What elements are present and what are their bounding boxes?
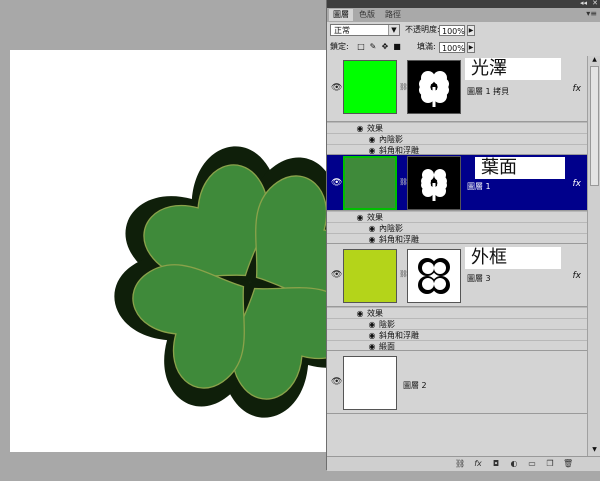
lock-fill-row: 鎖定: □ ✎ ✥ ■ 填滿: 100% ▶	[327, 40, 600, 57]
layer-name[interactable]: 圖層 2	[403, 380, 427, 391]
document-canvas[interactable]	[10, 50, 326, 452]
layers-scrollbar[interactable]: ▲ ▼	[587, 56, 600, 456]
effect-row[interactable]: ◉ 斜角和浮雕	[327, 233, 587, 244]
layer-annotation: 外框	[465, 247, 561, 269]
fx-icon[interactable]: fx	[573, 271, 582, 281]
layers-bottom-toolbar: ⛓ fx ◘ ◐ ▭ ❐ 🗑	[327, 456, 600, 471]
panel-title-strip: ◂◂ ✕	[327, 0, 600, 8]
layer-thumbnail	[343, 60, 397, 114]
fill-field[interactable]: 100%	[439, 42, 465, 53]
mask-link-icon[interactable]: ⛓	[399, 177, 408, 187]
layer-mask-thumbnail[interactable]	[407, 249, 461, 303]
lock-transparency-icon[interactable]: □	[357, 43, 365, 51]
layer-thumbnail	[343, 249, 397, 303]
visibility-eye-icon[interactable]: ◉	[367, 341, 377, 352]
panel-menu-icon[interactable]: ▾≡	[586, 9, 597, 18]
clover-artwork	[100, 132, 326, 432]
tab-layers[interactable]: 圖層	[329, 9, 353, 21]
blend-mode-select[interactable]: 正常 ▼	[330, 24, 400, 36]
fx-icon[interactable]: fx	[573, 84, 582, 94]
fill-arrow-icon[interactable]: ▶	[467, 42, 475, 53]
layer-thumbnail	[343, 156, 397, 210]
fill-label: 填滿:	[417, 42, 436, 51]
blend-mode-value: 正常	[334, 26, 350, 35]
layers-list: 👁 ⛓ 光澤 圖層 1 拷貝 fx ◉ 效果 ◉ 內陰影 ◉ 斜角和浮雕 👁 ⛓…	[327, 56, 587, 456]
scroll-up-icon[interactable]: ▲	[590, 56, 599, 64]
link-layers-icon[interactable]: ⛓	[455, 459, 465, 469]
collapse-icon[interactable]: ◂◂	[580, 0, 587, 7]
visibility-eye-icon[interactable]: 👁	[331, 271, 342, 280]
clover-mask-icon	[419, 71, 449, 107]
tab-paths[interactable]: 路徑	[381, 9, 405, 21]
effect-row[interactable]: ◉ 斜角和浮雕	[327, 329, 587, 340]
visibility-eye-icon[interactable]: 👁	[331, 179, 342, 188]
fx-icon[interactable]: fx	[573, 179, 582, 189]
layer-mask-thumbnail[interactable]	[407, 156, 461, 210]
scroll-down-icon[interactable]: ▼	[590, 446, 599, 454]
effect-label: 斜角和浮雕	[379, 235, 419, 244]
effects-header[interactable]: ◉ 效果	[327, 307, 587, 318]
blend-opacity-row: 正常 ▼ 不透明度: 100% ▶	[327, 22, 600, 40]
effects-header[interactable]: ◉ 效果	[327, 211, 587, 222]
layer-name[interactable]: 圖層 1	[467, 181, 491, 192]
effect-row[interactable]: ◉ 內陰影	[327, 133, 587, 144]
mask-link-icon[interactable]: ⛓	[399, 82, 408, 92]
effects-header[interactable]: ◉ 效果	[327, 122, 587, 133]
opacity-label: 不透明度:	[405, 25, 440, 34]
add-style-icon[interactable]: fx	[473, 459, 483, 469]
close-icon[interactable]: ✕	[592, 0, 598, 7]
visibility-eye-icon[interactable]: ◉	[367, 234, 377, 245]
adjustment-layer-icon[interactable]: ◐	[509, 459, 519, 469]
visibility-eye-icon[interactable]: 👁	[331, 84, 342, 93]
layer-row-layer2[interactable]: 👁 圖層 2	[327, 352, 587, 414]
clover-outline-mask-icon	[418, 258, 450, 294]
scroll-thumb[interactable]	[590, 66, 599, 186]
layer-name[interactable]: 圖層 3	[467, 273, 491, 284]
layer-annotation: 葉面	[475, 157, 565, 179]
effect-row[interactable]: ◉ 斜角和浮雕	[327, 144, 587, 155]
effect-row[interactable]: ◉ 緞面	[327, 340, 587, 351]
lock-label: 鎖定:	[330, 42, 349, 51]
panel-tabs: 圖層 色版 路徑 ▾≡	[327, 8, 600, 22]
layer-mask-thumbnail[interactable]	[407, 60, 461, 114]
layer-thumbnail	[343, 356, 397, 410]
tab-channels[interactable]: 色版	[355, 9, 379, 21]
visibility-eye-icon[interactable]: 👁	[331, 378, 342, 387]
mask-link-icon[interactable]: ⛓	[399, 269, 408, 279]
effect-row[interactable]: ◉ 陰影	[327, 318, 587, 329]
effect-row[interactable]: ◉ 內陰影	[327, 222, 587, 233]
layer-name[interactable]: 圖層 1 拷貝	[467, 86, 509, 97]
clover-mask-icon	[421, 169, 447, 201]
opacity-field[interactable]: 100%	[439, 25, 465, 36]
delete-layer-icon[interactable]: 🗑	[563, 459, 573, 469]
lock-all-icon[interactable]: ■	[393, 43, 401, 51]
layer-row-layer3[interactable]: 👁 ⛓ 外框 圖層 3 fx	[327, 245, 587, 307]
layer-annotation: 光澤	[465, 58, 561, 80]
effect-label: 緞面	[379, 342, 395, 351]
chevron-down-icon: ▼	[388, 25, 399, 35]
lock-pixels-icon[interactable]: ✎	[369, 43, 377, 51]
add-mask-icon[interactable]: ◘	[491, 459, 501, 469]
layer-row-layer1[interactable]: 👁 ⛓ 葉面 圖層 1 fx	[327, 155, 587, 211]
opacity-arrow-icon[interactable]: ▶	[467, 25, 475, 36]
layer-row-layer1-copy[interactable]: 👁 ⛓ 光澤 圖層 1 拷貝 fx	[327, 56, 587, 122]
new-layer-icon[interactable]: ❐	[545, 459, 555, 469]
layers-panel: ◂◂ ✕ 圖層 色版 路徑 ▾≡ 正常 ▼ 不透明度: 100% ▶ 鎖定: □…	[326, 0, 600, 471]
new-group-icon[interactable]: ▭	[527, 459, 537, 469]
lock-position-icon[interactable]: ✥	[381, 43, 389, 51]
